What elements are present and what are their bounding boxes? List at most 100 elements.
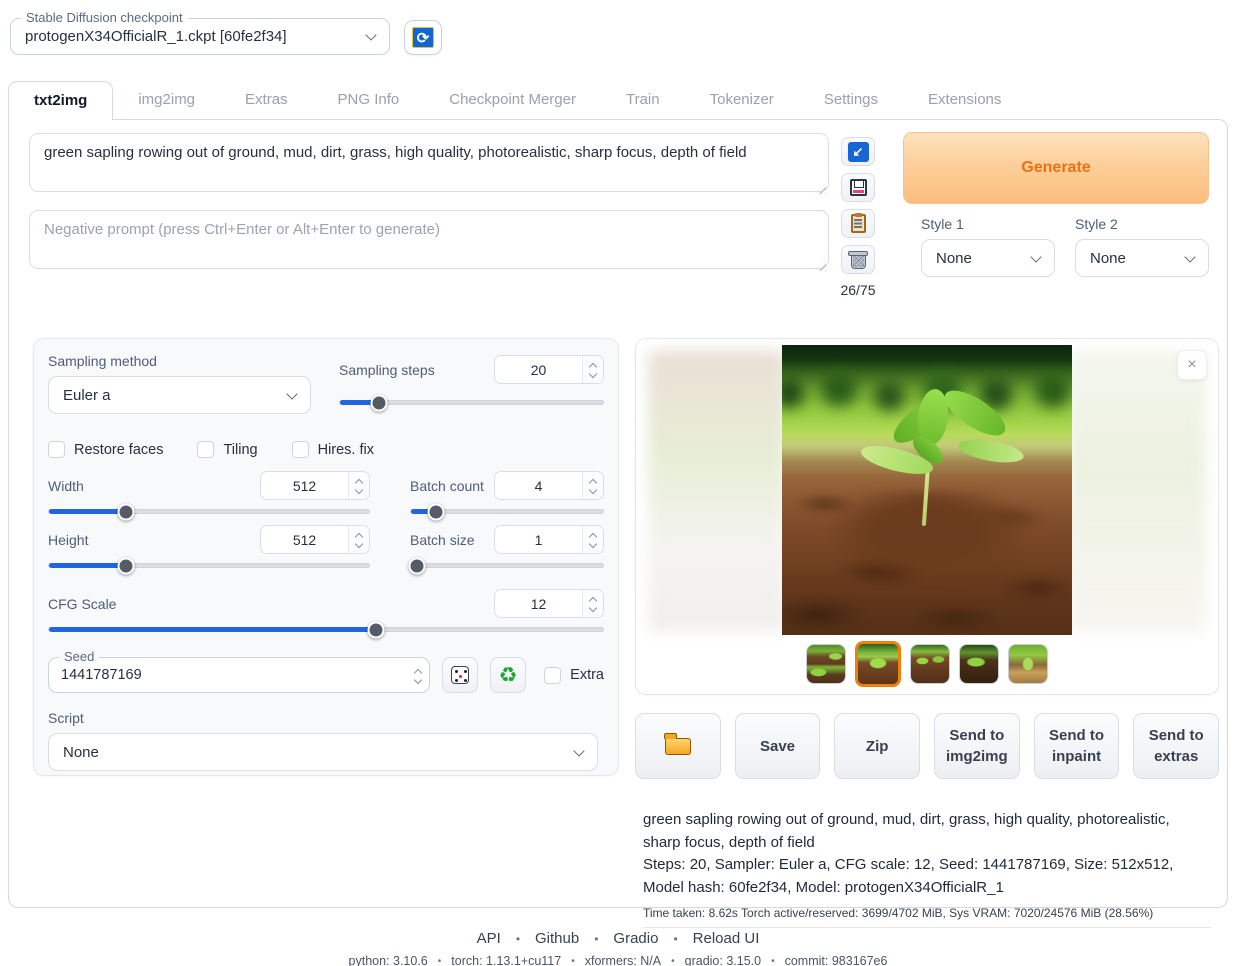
batch-count-value: 4: [495, 478, 582, 494]
paste-params-button[interactable]: ↙: [841, 137, 875, 166]
slider-handle[interactable]: [117, 557, 134, 574]
thumbnail-3[interactable]: [910, 644, 950, 684]
thumbnail-5[interactable]: [1008, 644, 1048, 684]
spinner-icon[interactable]: [348, 472, 369, 499]
tab-extensions[interactable]: Extensions: [903, 81, 1026, 119]
cfg-scale-label: CFG Scale: [48, 596, 116, 612]
spinner-icon[interactable]: [582, 590, 603, 617]
arrow-down-left-icon: ↙: [848, 142, 869, 162]
style2-label: Style 2: [1075, 216, 1209, 232]
tab-txt2img[interactable]: txt2img: [8, 81, 113, 120]
checkbox-icon: [48, 441, 65, 458]
batch-count-slider[interactable]: [410, 509, 604, 514]
height-slider[interactable]: [48, 563, 370, 568]
chevron-down-icon: [286, 388, 297, 399]
reload-ui-link[interactable]: Reload UI: [693, 930, 760, 947]
style2-dropdown[interactable]: None: [1075, 239, 1209, 277]
generate-button[interactable]: Generate: [903, 132, 1209, 204]
prompt-wrap: green sapling rowing out of ground, mud,…: [29, 133, 829, 197]
tab-checkpoint-merger[interactable]: Checkpoint Merger: [424, 81, 601, 119]
batch-size-field: Batch size 1: [410, 525, 604, 568]
cfg-scale-field: CFG Scale 12: [48, 589, 604, 632]
thumbnail-1[interactable]: [806, 644, 846, 684]
slider-handle[interactable]: [367, 621, 384, 638]
sampling-steps-input[interactable]: 20: [494, 355, 604, 384]
send-to-extras-button[interactable]: Send to extras: [1133, 713, 1219, 779]
prompt-input[interactable]: green sapling rowing out of ground, mud,…: [29, 133, 829, 192]
sampling-method-dropdown[interactable]: Euler a: [48, 376, 311, 414]
checkbox-icon: [197, 441, 214, 458]
save-style-button[interactable]: [841, 173, 875, 202]
api-link[interactable]: API: [477, 930, 501, 947]
tab-img2img[interactable]: img2img: [113, 81, 220, 119]
hires-fix-checkbox[interactable]: Hires. fix: [292, 441, 374, 458]
tab-png-info[interactable]: PNG Info: [313, 81, 425, 119]
batch-size-slider[interactable]: [410, 563, 604, 568]
seed-input[interactable]: Seed 1441787169: [48, 657, 430, 693]
github-link[interactable]: Github: [535, 930, 579, 947]
spinner-icon[interactable]: [582, 472, 603, 499]
checkbox-row: Restore faces Tiling Hires. fix: [48, 441, 604, 458]
cfg-scale-slider[interactable]: [48, 627, 604, 632]
tab-train[interactable]: Train: [601, 81, 685, 119]
batch-count-input[interactable]: 4: [494, 471, 604, 500]
sampling-method-field: Sampling method Euler a: [48, 353, 311, 414]
extra-seed-checkbox[interactable]: Extra: [544, 667, 604, 684]
seed-row: Seed 1441787169 ♻ Extra: [48, 657, 604, 693]
thumbnail-2-selected[interactable]: [855, 641, 901, 687]
width-input[interactable]: 512: [260, 471, 370, 500]
close-gallery-button[interactable]: ×: [1177, 350, 1207, 380]
height-input[interactable]: 512: [260, 525, 370, 554]
xformers-version: xformers: N/A: [585, 954, 661, 966]
spinner-icon[interactable]: [348, 526, 369, 553]
open-folder-button[interactable]: [635, 713, 721, 779]
chevron-down-icon: [1184, 251, 1195, 262]
slider-handle[interactable]: [427, 503, 444, 520]
gradio-link[interactable]: Gradio: [613, 930, 658, 947]
thumbnail-4[interactable]: [959, 644, 999, 684]
negative-prompt-input[interactable]: [29, 210, 829, 269]
random-seed-button[interactable]: [442, 657, 478, 693]
reuse-seed-button[interactable]: ♻: [490, 657, 526, 693]
generated-image[interactable]: [782, 345, 1072, 635]
refresh-checkpoint-button[interactable]: ⟳: [404, 20, 442, 55]
batch-size-input[interactable]: 1: [494, 525, 604, 554]
footer-versions: python: 3.10.6 • torch: 1.13.1+cu117 • x…: [8, 954, 1228, 966]
save-button[interactable]: Save: [735, 713, 821, 779]
sampling-steps-value: 20: [495, 362, 582, 378]
tab-settings[interactable]: Settings: [799, 81, 903, 119]
spinner-icon[interactable]: [582, 526, 603, 553]
cfg-scale-input[interactable]: 12: [494, 589, 604, 618]
separator-dot: •: [516, 932, 520, 946]
separator-dot: •: [771, 956, 775, 966]
checkpoint-dropdown[interactable]: Stable Diffusion checkpoint protogenX34O…: [10, 18, 390, 55]
spinner-icon[interactable]: [582, 356, 603, 383]
slider-handle[interactable]: [408, 557, 425, 574]
clear-prompt-button[interactable]: [841, 245, 875, 274]
width-slider[interactable]: [48, 509, 370, 514]
script-dropdown[interactable]: None: [48, 733, 598, 771]
tab-extras[interactable]: Extras: [220, 81, 313, 119]
dimensions-left: Width 512: [48, 471, 370, 579]
checkpoint-value: protogenX34OfficialR_1.ckpt [60fe2f34]: [25, 28, 367, 45]
restore-faces-checkbox[interactable]: Restore faces: [48, 441, 163, 458]
slider-handle[interactable]: [117, 503, 134, 520]
checkbox-icon: [544, 667, 561, 684]
checkbox-icon: [292, 441, 309, 458]
style2-value: None: [1090, 250, 1126, 267]
sampling-steps-slider[interactable]: [339, 400, 604, 405]
apply-style-button[interactable]: [841, 209, 875, 238]
batch-size-label: Batch size: [410, 532, 475, 548]
style1-dropdown[interactable]: None: [921, 239, 1055, 277]
restore-faces-label: Restore faces: [74, 442, 163, 458]
send-to-img2img-button[interactable]: Send to img2img: [934, 713, 1020, 779]
batch-count-label: Batch count: [410, 478, 484, 494]
gallery-backdrop-right: [1068, 351, 1206, 632]
slider-handle[interactable]: [371, 394, 388, 411]
close-icon: ×: [1187, 356, 1196, 374]
spinner-icon[interactable]: [408, 658, 429, 692]
tab-tokenizer[interactable]: Tokenizer: [685, 81, 799, 119]
tiling-checkbox[interactable]: Tiling: [197, 441, 257, 458]
send-to-inpaint-button[interactable]: Send to inpaint: [1034, 713, 1120, 779]
zip-button[interactable]: Zip: [834, 713, 920, 779]
